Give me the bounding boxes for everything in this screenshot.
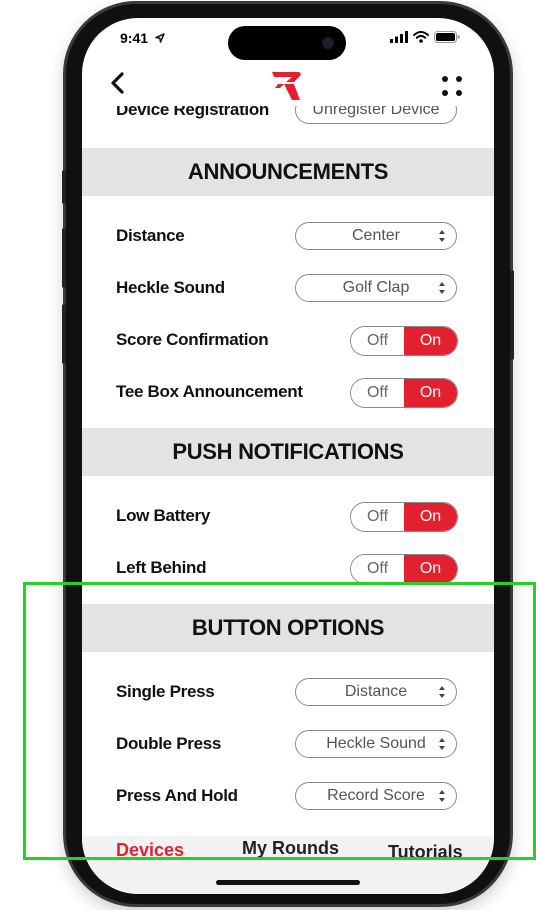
press-and-hold-select[interactable]: Record Score xyxy=(295,782,457,810)
phone-volume-up xyxy=(62,228,66,288)
toggle-on-option[interactable]: On xyxy=(404,379,457,407)
double-press-label: Double Press xyxy=(116,734,222,753)
row-score-confirmation: Score Confirmation Off On xyxy=(82,318,494,362)
nav-bar xyxy=(82,66,494,106)
heckle-sound-label: Heckle Sound xyxy=(116,278,225,297)
toggle-off-option[interactable]: Off xyxy=(351,555,404,583)
status-time: 9:41 xyxy=(120,30,165,46)
settings-list: Device Registration Unregister Device AN… xyxy=(82,106,494,836)
unregister-device-button[interactable]: Unregister Device xyxy=(295,106,457,124)
toggle-on-option[interactable]: On xyxy=(404,327,457,355)
distance-select[interactable]: Center xyxy=(295,222,457,250)
tab-tutorials[interactable]: Tutorials xyxy=(388,842,463,863)
toggle-off-option[interactable]: Off xyxy=(351,327,404,355)
low-battery-toggle[interactable]: Off On xyxy=(350,502,458,532)
phone-volume-down xyxy=(62,304,66,364)
row-heckle-sound: Heckle Sound Golf Clap xyxy=(82,266,494,310)
back-chevron-icon[interactable] xyxy=(104,68,134,98)
row-tee-box-announcement: Tee Box Announcement Off On xyxy=(82,370,494,414)
row-low-battery: Low Battery Off On xyxy=(82,494,494,538)
row-distance: Distance Center xyxy=(82,214,494,258)
section-header-button-options: BUTTON OPTIONS xyxy=(82,604,494,652)
select-arrows-icon xyxy=(439,686,445,698)
toggle-on-option[interactable]: On xyxy=(404,503,457,531)
status-bar: 9:41 xyxy=(82,18,494,66)
dynamic-island xyxy=(228,26,346,60)
row-left-behind: Left Behind Off On xyxy=(82,546,494,590)
cellular-signal-icon xyxy=(390,31,408,43)
heckle-sound-select[interactable]: Golf Clap xyxy=(295,274,457,302)
wifi-icon xyxy=(413,31,429,43)
left-behind-label: Left Behind xyxy=(116,558,207,577)
phone-screen: 9:41 Device Registration Unregister Devi… xyxy=(82,18,494,894)
home-indicator xyxy=(216,880,360,885)
location-arrow-icon xyxy=(155,33,165,43)
tee-box-announcement-toggle[interactable]: Off On xyxy=(350,378,458,408)
device-registration-label: Device Registration xyxy=(116,106,270,119)
tab-my-rounds[interactable]: My Rounds xyxy=(242,838,339,859)
double-press-select[interactable]: Heckle Sound xyxy=(295,730,457,758)
distance-label: Distance xyxy=(116,226,185,245)
toggle-on-option[interactable]: On xyxy=(404,555,457,583)
left-behind-toggle[interactable]: Off On xyxy=(350,554,458,584)
row-single-press: Single Press Distance xyxy=(82,670,494,714)
select-arrows-icon xyxy=(439,230,445,242)
row-device-registration: Device Registration Unregister Device xyxy=(82,106,494,132)
status-icons xyxy=(390,31,460,43)
tab-devices[interactable]: Devices xyxy=(116,840,184,861)
section-header-announcements: ANNOUNCEMENTS xyxy=(82,148,494,196)
select-arrows-icon xyxy=(439,790,445,802)
single-press-label: Single Press xyxy=(116,682,215,701)
toggle-off-option[interactable]: Off xyxy=(351,379,404,407)
section-header-push-notifications: PUSH NOTIFICATIONS xyxy=(82,428,494,476)
press-and-hold-label: Press And Hold xyxy=(116,786,238,805)
score-confirmation-toggle[interactable]: Off On xyxy=(350,326,458,356)
tee-box-announcement-label: Tee Box Announcement xyxy=(116,382,303,401)
low-battery-label: Low Battery xyxy=(116,506,210,525)
battery-icon xyxy=(434,31,460,43)
app-logo-icon xyxy=(272,72,301,100)
row-press-and-hold: Press And Hold Record Score xyxy=(82,774,494,818)
score-confirmation-label: Score Confirmation xyxy=(116,330,269,349)
phone-power-button xyxy=(510,270,514,360)
single-press-select[interactable]: Distance xyxy=(295,678,457,706)
select-arrows-icon xyxy=(439,282,445,294)
select-arrows-icon xyxy=(439,738,445,750)
more-grid-icon[interactable] xyxy=(440,74,464,98)
row-double-press: Double Press Heckle Sound xyxy=(82,722,494,766)
toggle-off-option[interactable]: Off xyxy=(351,503,404,531)
phone-mute-switch xyxy=(62,170,66,204)
tab-bar: Devices My Rounds Tutorials xyxy=(82,836,494,894)
